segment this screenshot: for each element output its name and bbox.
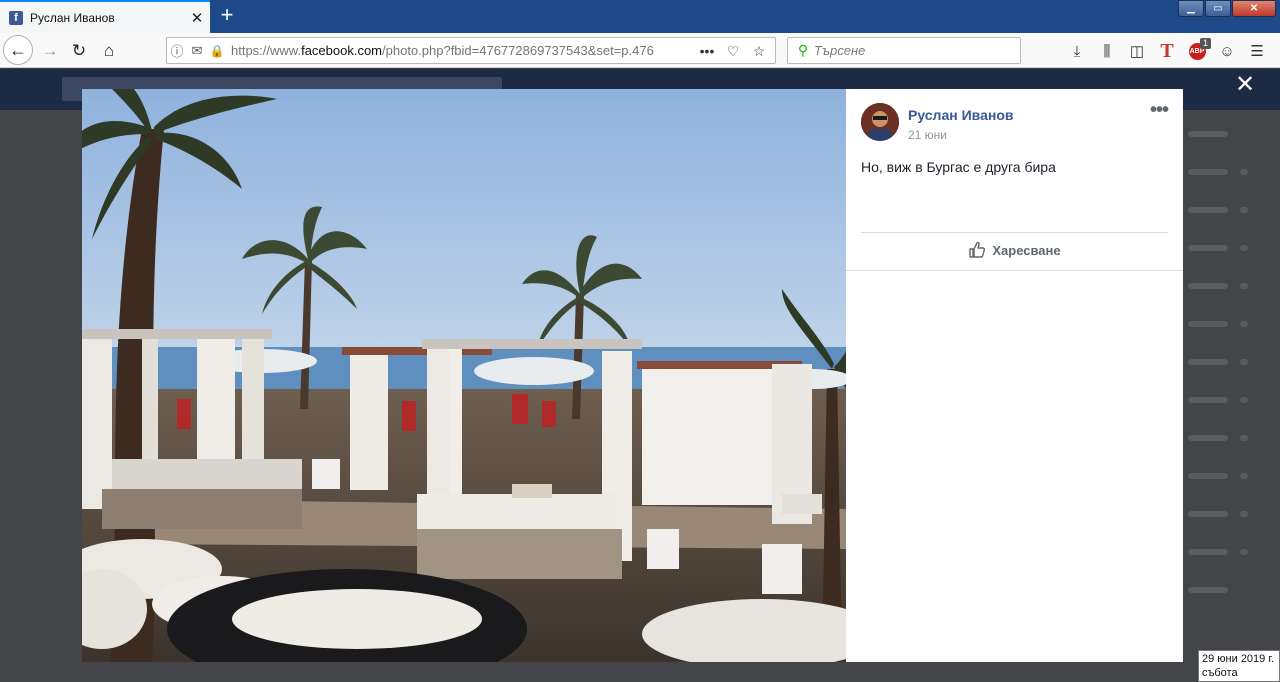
forward-icon[interactable]: → [36, 37, 64, 65]
download-icon[interactable]: ⤓ [1062, 37, 1092, 65]
tab-title: Руслан Иванов [30, 10, 115, 25]
close-viewer-icon[interactable]: ✕ [1234, 73, 1256, 97]
close-tab-icon[interactable]: ✕ [184, 9, 210, 27]
url-text[interactable]: https://www.facebook.com/photo.php?fbid=… [231, 43, 663, 58]
search-icon: ⚲ [797, 42, 809, 58]
browser-tab[interactable]: f Руслан Иванов ✕ [0, 0, 210, 33]
nav-toolbar: ← → ↻ ⌂ ⓘ ✉ 🔒 https://www.facebook.com/p… [0, 33, 1280, 68]
account-icon[interactable]: ☺ [1212, 37, 1242, 65]
pocket-icon[interactable]: ♡ [723, 41, 743, 61]
like-button[interactable]: Харесване [861, 235, 1168, 265]
thumbs-up-icon [969, 241, 986, 258]
author-name[interactable]: Руслан Иванов [908, 107, 1013, 123]
permissions-icon[interactable]: ✉ [187, 41, 207, 61]
maximize-button[interactable]: ▭ [1205, 0, 1231, 17]
date-tooltip: 29 юни 2019 г. събота [1198, 650, 1280, 682]
tooltip-weekday: събота [1202, 667, 1238, 679]
more-options-icon[interactable]: ••• [1146, 100, 1172, 123]
url-bar[interactable]: ⓘ ✉ 🔒 https://www.facebook.com/photo.php… [166, 37, 776, 64]
tooltip-date: 29 юни 2019 г. [1202, 653, 1275, 665]
search-bar[interactable]: ⚲ [787, 37, 1021, 64]
info-icon[interactable]: ⓘ [167, 41, 187, 61]
photo[interactable] [82, 89, 846, 662]
tab-bar: f Руслан Иванов ✕ + ▁ ▭ ✕ [0, 0, 1280, 33]
new-tab-icon[interactable]: + [214, 3, 240, 29]
page-actions-icon[interactable]: ••• [697, 41, 717, 61]
lock-icon[interactable]: 🔒 [207, 41, 227, 61]
post-date[interactable]: 21 юни [908, 128, 947, 142]
search-input[interactable] [814, 43, 994, 58]
hamburger-menu-icon[interactable]: ☰ [1242, 37, 1272, 65]
avatar[interactable] [861, 103, 899, 141]
like-label: Харесване [992, 242, 1061, 258]
text-extension-icon[interactable]: T [1152, 37, 1182, 65]
back-icon[interactable]: ← [3, 35, 33, 65]
divider [846, 270, 1183, 271]
toolbar-icons: ⤓ ⫼ ◫ T ABP 1 ☺ ☰ [1062, 37, 1272, 65]
window-controls: ▁ ▭ ✕ [1177, 0, 1276, 17]
home-icon[interactable]: ⌂ [95, 37, 123, 65]
divider [861, 232, 1168, 233]
beach-photo-illustration [82, 89, 846, 662]
adblock-badge: 1 [1199, 38, 1211, 49]
post-text: Но, виж в Бургас е друга бира [861, 159, 1056, 175]
url-domain: facebook.com [301, 43, 383, 58]
reload-icon[interactable]: ↻ [65, 37, 93, 65]
bookmark-star-icon[interactable]: ☆ [749, 41, 769, 61]
sidebar-icon[interactable]: ◫ [1122, 37, 1152, 65]
close-window-button[interactable]: ✕ [1232, 0, 1276, 17]
facebook-favicon-icon: f [9, 10, 23, 25]
adblock-icon[interactable]: ABP 1 [1182, 37, 1212, 65]
library-icon[interactable]: ⫼ [1092, 37, 1122, 65]
minimize-button[interactable]: ▁ [1178, 0, 1204, 17]
post-panel: Руслан Иванов 21 юни ••• Но, виж в Бурга… [846, 89, 1183, 662]
